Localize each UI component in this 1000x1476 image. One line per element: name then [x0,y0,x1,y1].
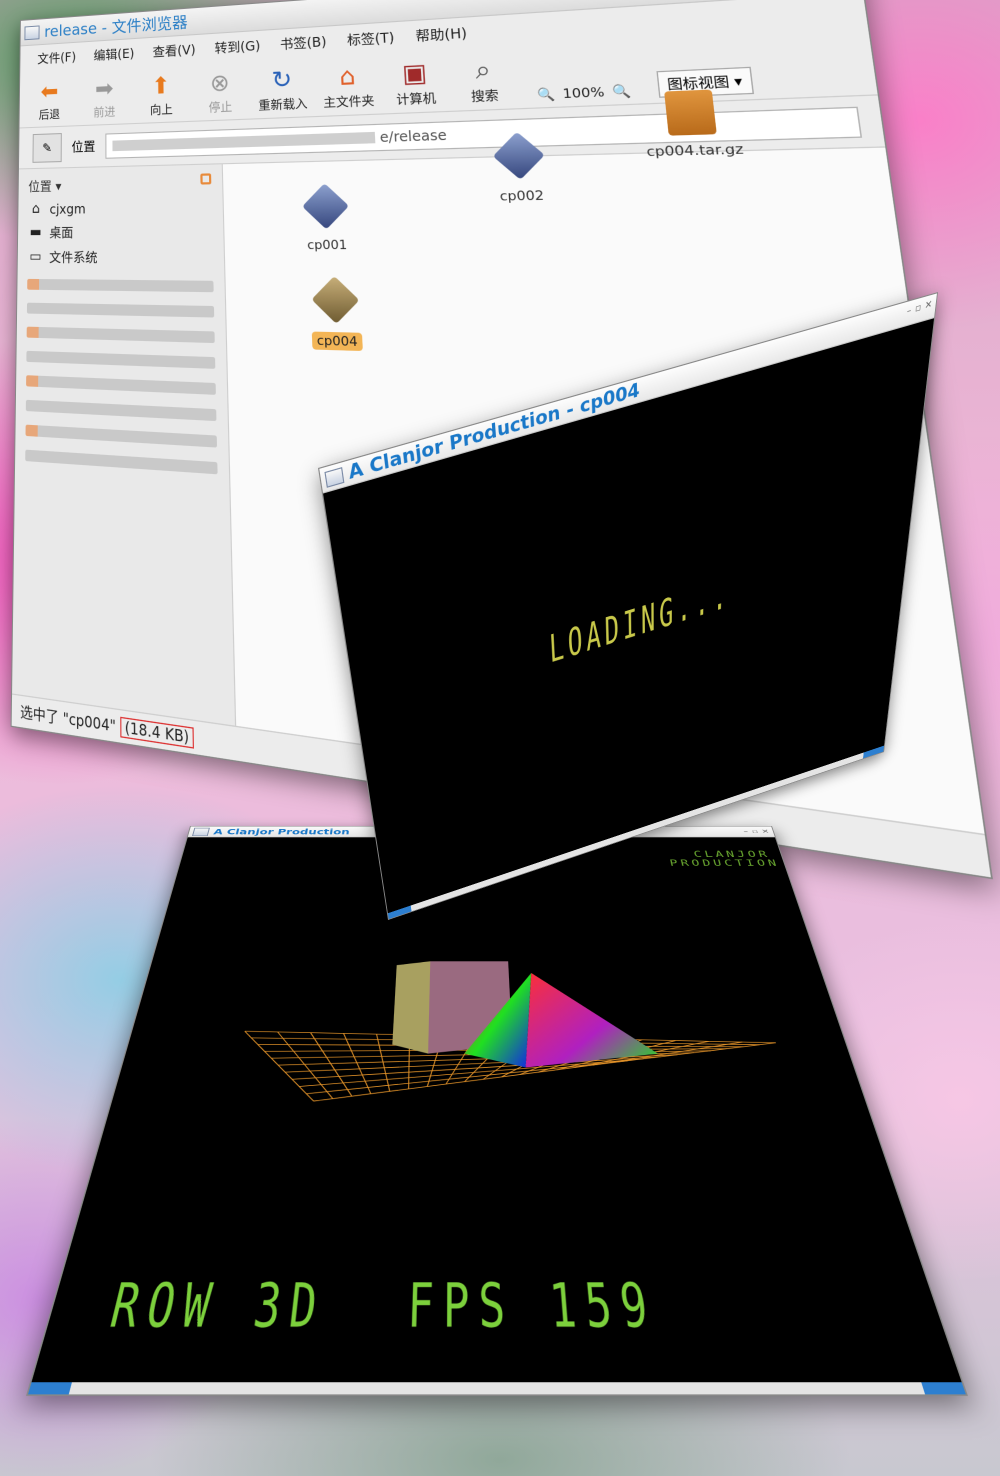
grid-line [338,1033,376,1093]
window-icon [324,466,344,487]
menu-file[interactable]: 文件(F) [37,47,76,66]
sidebar-item-filesystem[interactable]: ▭ 文件系统 [27,248,213,267]
search-button[interactable]: ⌕ 搜索 [456,55,512,106]
status-size: (18.4 KB) [120,716,194,748]
redacted-sidebar-item[interactable] [27,327,215,343]
zoom-in-icon[interactable]: 🔍 [612,83,632,99]
window-bottom-edge [28,1382,966,1394]
menu-go[interactable]: 转到(G) [214,36,260,57]
redacted-sidebar-item[interactable] [27,303,214,318]
redacted-sidebar-item[interactable] [26,400,217,421]
file-item[interactable]: cp004.tar.gz [633,88,753,160]
grid-line [232,1031,322,1101]
hud-title: ROW 3D [103,1272,328,1343]
location-label: 位置 [72,137,96,156]
grid-line [373,1034,393,1091]
search-icon: ⌕ [474,56,492,87]
reload-icon: ↻ [271,67,292,96]
home-button[interactable]: ⌂ 主文件夹 [322,62,375,111]
redacted-sidebar-item[interactable] [27,279,213,292]
home-icon: ⌂ [28,201,44,217]
up-button[interactable]: ⬆ 向上 [139,72,183,118]
executable-icon [493,132,545,180]
fps-value: 159 [547,1272,661,1343]
back-button[interactable]: ⬅ 后退 [29,78,70,123]
sidebar-item-desktop[interactable]: ▬ 桌面 [28,222,213,241]
computer-icon: ▣ [401,59,428,90]
zoom-out-icon[interactable]: 🔍 [536,87,555,103]
hud-fps: FPS 159 [406,1272,661,1343]
redacted-sidebar-item[interactable] [26,375,216,395]
maximize-icon[interactable]: ▫ [914,302,921,315]
pencil-icon: ✎ [42,140,52,155]
archive-icon [664,90,717,136]
forward-button[interactable]: ➡ 前进 [83,76,125,121]
sidebar-header: 位置 ▾ [28,173,211,195]
executable-icon [302,183,349,229]
close-icon[interactable]: ✕ [924,299,933,312]
zoom-controls: 🔍 100% 🔍 [536,83,631,102]
redacted-path [112,131,375,150]
redacted-sidebar-item[interactable] [26,425,218,448]
menu-help[interactable]: 帮助(H) [415,23,468,45]
edit-location-button[interactable]: ✎ [32,133,61,163]
forward-arrow-icon: ➡ [95,76,113,104]
zoom-level: 100% [562,84,605,101]
status-text: 选中了 "cp004" [20,701,116,737]
desktop-icon: ▬ [28,224,44,240]
reload-button[interactable]: ↻ 重新载入 [257,66,308,114]
executable-icon [312,276,360,324]
game-window: A Clanjor Production – ▫ ✕ CLANJOR PRODU… [26,826,968,1396]
fps-label: FPS [406,1272,515,1343]
sidebar-close-icon[interactable] [200,173,211,184]
menu-tabs[interactable]: 标签(T) [347,27,395,49]
menu-bookmarks[interactable]: 书签(B) [280,31,327,52]
sidebar: 位置 ▾ ⌂ cjxgm ▬ 桌面 ▭ 文件系统 [12,164,236,725]
location-path: e/release [379,127,447,145]
up-arrow-icon: ⬆ [151,73,170,101]
file-item[interactable]: cp002 [466,131,575,204]
drive-icon: ▭ [27,249,43,265]
file-item-selected[interactable]: cp004 [288,277,387,352]
home-folder-icon: ⌂ [339,63,356,93]
redacted-sidebar-item[interactable] [25,450,217,475]
file-item[interactable]: cp001 [279,184,375,253]
stop-button[interactable]: ⊗ 停止 [197,69,243,116]
loading-text: LOADING... [548,572,731,672]
computer-button[interactable]: ▣ 计算机 [389,59,442,109]
menu-view[interactable]: 查看(V) [153,40,196,60]
back-arrow-icon: ⬅ [41,79,59,106]
pyramid-right-face [520,973,660,1067]
minimize-icon[interactable]: – [906,305,912,318]
sidebar-item-home[interactable]: ⌂ cjxgm [28,199,212,217]
window-icon [24,25,39,40]
stop-icon: ⊗ [210,70,230,99]
cube-left-face [392,961,430,1053]
menu-edit[interactable]: 编辑(E) [94,44,135,64]
redacted-sidebar-item[interactable] [26,351,215,369]
sidebar-title[interactable]: 位置 ▾ [28,177,61,195]
